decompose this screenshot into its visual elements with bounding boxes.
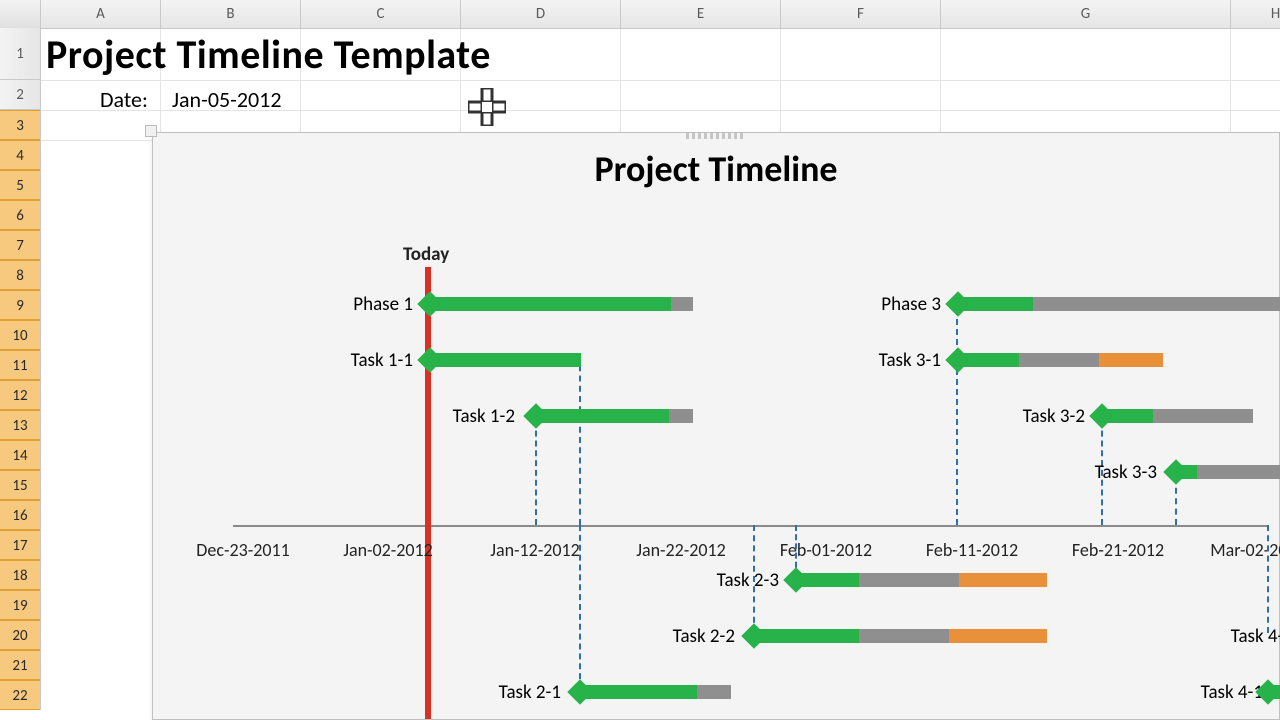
date-value: Jan-05-2012 (172, 86, 281, 113)
date-label: Date: (100, 86, 148, 113)
row-header-17[interactable]: 17 (0, 530, 40, 560)
task-label: Task 3-3 (1057, 461, 1157, 484)
chart-title: Project Timeline (153, 147, 1279, 191)
row-header-1[interactable]: 1 (0, 28, 40, 80)
task-bar (431, 297, 671, 311)
task-bar (797, 573, 859, 587)
task-bar (859, 629, 949, 643)
axis-tick: Feb-21-2012 (1058, 539, 1178, 561)
row-header-21[interactable]: 21 (0, 650, 40, 680)
task-label: Task 3-2 (985, 405, 1085, 428)
row-header-22[interactable]: 22 (0, 680, 40, 710)
row-header-19[interactable]: 19 (0, 590, 40, 620)
dropline (579, 355, 581, 525)
row-header-14[interactable]: 14 (0, 440, 40, 470)
row-header-9[interactable]: 9 (0, 290, 40, 320)
task-bar (1269, 685, 1280, 699)
row-header-11[interactable]: 11 (0, 350, 40, 380)
task-bar (1019, 353, 1099, 367)
task-bar (581, 685, 697, 699)
chart-plot-area: Today Dec-23-2011 Jan-02-2012 Jan-12-201… (163, 193, 1279, 719)
row-header-6[interactable]: 6 (0, 200, 40, 230)
task-bar (669, 409, 693, 423)
task-label: Phase 1 (313, 293, 413, 316)
task-bar (1099, 353, 1163, 367)
row-header-12[interactable]: 12 (0, 380, 40, 410)
col-header-a[interactable]: A (41, 0, 161, 28)
task-bar (959, 353, 1019, 367)
row-header-4[interactable]: 4 (0, 140, 40, 170)
row-header-5[interactable]: 5 (0, 170, 40, 200)
dropline (956, 299, 958, 525)
x-axis (233, 525, 1269, 527)
row-header-20[interactable]: 20 (0, 620, 40, 650)
task-bar (859, 573, 959, 587)
row-header-16[interactable]: 16 (0, 500, 40, 530)
row-header-18[interactable]: 18 (0, 560, 40, 590)
task-bar (755, 629, 859, 643)
task-label: Task 4-1 (1163, 681, 1263, 704)
task-bar (1197, 465, 1280, 479)
task-bar (697, 685, 731, 699)
axis-tick: Dec-23-2011 (183, 539, 303, 561)
task-label: Task 4-2 (1193, 625, 1280, 648)
axis-tick: Jan-02-2012 (328, 539, 448, 561)
dropline (579, 525, 581, 689)
row-header-col[interactable]: 1 2 3 4 5 6 7 8 9 10 11 12 13 14 15 16 1… (0, 28, 41, 710)
row-header-13[interactable]: 13 (0, 410, 40, 440)
column-header-row[interactable]: A B C D E F G H (0, 0, 1280, 29)
gridline (40, 80, 1280, 81)
col-header-c[interactable]: C (301, 0, 461, 28)
row-header-2[interactable]: 2 (0, 80, 40, 110)
cell-cursor-icon (468, 88, 506, 126)
row-header-7[interactable]: 7 (0, 230, 40, 260)
select-all-corner[interactable] (0, 0, 41, 28)
today-marker (425, 267, 431, 719)
resize-grip-icon[interactable] (686, 133, 746, 139)
task-bar (949, 629, 1047, 643)
dropline (1267, 525, 1269, 633)
today-label: Today (403, 243, 449, 266)
task-label: Task 2-2 (635, 625, 735, 648)
page-title: Project Timeline Template (46, 30, 491, 79)
row-header-3[interactable]: 3 (0, 110, 40, 140)
task-bar (671, 297, 693, 311)
axis-tick: Jan-12-2012 (475, 539, 595, 561)
col-header-d[interactable]: D (461, 0, 621, 28)
task-bar (1153, 409, 1253, 423)
task-label: Task 1-2 (415, 405, 515, 428)
task-bar (1177, 465, 1197, 479)
task-bar (959, 297, 1033, 311)
row-header-8[interactable]: 8 (0, 260, 40, 290)
task-label: Task 1-1 (313, 349, 413, 372)
col-header-e[interactable]: E (621, 0, 781, 28)
axis-tick: Feb-01-2012 (766, 539, 886, 561)
row-header-10[interactable]: 10 (0, 320, 40, 350)
axis-tick: Feb-11-2012 (912, 539, 1032, 561)
col-header-h[interactable]: H (1231, 0, 1280, 28)
task-bar (1033, 297, 1280, 311)
sheet-grid[interactable]: Project Timeline Template Date: Jan-05-2… (40, 28, 1280, 720)
col-header-b[interactable]: B (161, 0, 301, 28)
task-bar (1103, 409, 1153, 423)
task-bar (959, 573, 1047, 587)
task-label: Task 2-3 (679, 569, 779, 592)
task-label: Task 2-1 (461, 681, 561, 704)
row-header-15[interactable]: 15 (0, 470, 40, 500)
task-bar (537, 409, 669, 423)
col-header-f[interactable]: F (781, 0, 941, 28)
task-bar (431, 353, 581, 367)
task-label: Task 3-1 (841, 349, 941, 372)
task-label: Phase 3 (841, 293, 941, 316)
col-header-g[interactable]: G (941, 0, 1231, 28)
axis-tick: Jan-22-2012 (621, 539, 741, 561)
chart-object[interactable]: Project Timeline Today Dec-23-2011 Jan-0… (152, 132, 1280, 720)
